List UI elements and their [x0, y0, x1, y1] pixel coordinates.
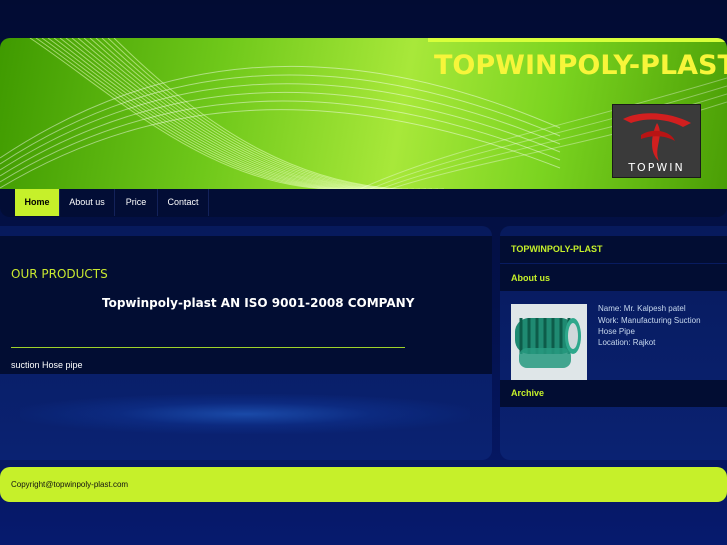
nav-item-price[interactable]: Price	[115, 189, 158, 216]
nav-item-about-us[interactable]: About us	[60, 189, 115, 216]
logo-text: TOPWIN	[628, 161, 685, 174]
content-divider	[11, 347, 405, 348]
sidebar-heading: TOPWINPOLY-PLAST	[511, 244, 603, 254]
company-logo[interactable]: TOPWIN	[612, 104, 701, 178]
company-tagline: Topwinpoly-plast AN ISO 9001-2008 COMPAN…	[102, 296, 415, 310]
info-location: Location: Rajkot	[598, 338, 656, 347]
info-work: Work: Manufacturing Suction	[598, 316, 701, 325]
title-accent-bar	[428, 38, 727, 42]
copyright-text: Copyright@topwinpoly-plast.com	[11, 480, 129, 489]
info-work-continued: Hose Pipe	[598, 327, 635, 336]
sidebar-about-link[interactable]: About us	[511, 273, 550, 283]
hose-image-icon	[511, 304, 587, 380]
info-name: Name: Mr. Kalpesh patel	[598, 304, 686, 313]
nav-item-contact[interactable]: Contact	[158, 189, 209, 216]
sidebar-heading-block: TOPWINPOLY-PLAST	[500, 236, 727, 263]
footer: Copyright@topwinpoly-plast.com	[0, 467, 727, 502]
main-content: OUR PRODUCTS Topwinpoly-plast AN ISO 900…	[0, 226, 492, 460]
sidebar-archive-block: Archive	[500, 380, 727, 407]
main-nav: Home About us Price Contact	[0, 189, 727, 217]
product-thumbnail[interactable]	[511, 304, 587, 380]
header-banner: TOPWINPOLY-PLAST TOPWIN	[0, 38, 727, 189]
nav-item-home[interactable]: Home	[15, 189, 60, 216]
sidebar-archive-link[interactable]: Archive	[511, 388, 544, 398]
sidebar-about-block: About us	[500, 264, 727, 291]
products-panel: OUR PRODUCTS Topwinpoly-plast AN ISO 900…	[0, 236, 492, 374]
products-title: OUR PRODUCTS	[11, 267, 108, 281]
product-description: suction Hose pipe	[11, 360, 83, 370]
site-title: TOPWINPOLY-PLAST	[434, 50, 727, 81]
decorative-glow	[20, 394, 470, 434]
sidebar: TOPWINPOLY-PLAST About us Name: Mr. Kalp…	[500, 226, 727, 460]
